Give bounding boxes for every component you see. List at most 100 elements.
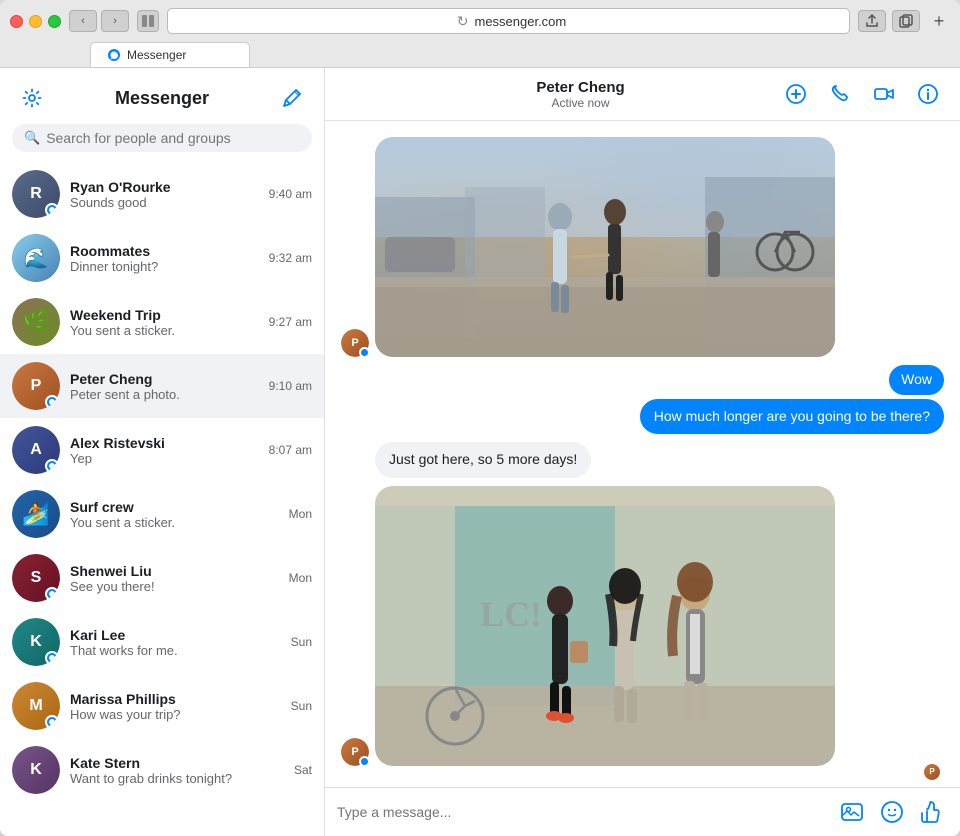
conversation-list: R Ryan O'Rourke Sounds good 9:40 am 🌊	[0, 162, 324, 836]
received-photo-2: LC!	[375, 486, 835, 766]
search-input[interactable]	[46, 130, 300, 146]
conv-info-surf: Surf crew You sent a sticker.	[70, 499, 279, 530]
conv-info-roommates: Roommates Dinner tonight?	[70, 243, 259, 274]
conversation-item-kate[interactable]: K Kate Stern Want to grab drinks tonight…	[0, 738, 324, 802]
conv-name-kate: Kate Stern	[70, 755, 284, 771]
sidebar: Messenger 🔍 R	[0, 68, 325, 836]
message-bubble-wow: Wow	[889, 365, 944, 395]
conv-time-peter: 9:10 am	[269, 379, 312, 393]
avatar-weekend: 🌿	[12, 298, 60, 346]
video-call-button[interactable]	[868, 78, 900, 110]
conversation-item-shenwei[interactable]: S Shenwei Liu See you there! Mon	[0, 546, 324, 610]
conv-name-roommates: Roommates	[70, 243, 259, 259]
conv-info-weekend: Weekend Trip You sent a sticker.	[70, 307, 259, 338]
conversation-item-alex[interactable]: A Alex Ristevski Yep 8:07 am	[0, 418, 324, 482]
conv-time-roommates: 9:32 am	[269, 251, 312, 265]
maximize-button[interactable]	[48, 15, 61, 28]
conversation-item-roommates[interactable]: 🌊 Roommates Dinner tonight? 9:32 am	[0, 226, 324, 290]
message-row-1: P	[341, 137, 944, 357]
conv-time-marissa: Sun	[291, 699, 312, 713]
conv-time-weekend: 9:27 am	[269, 315, 312, 329]
conv-info-shenwei: Shenwei Liu See you there!	[70, 563, 279, 594]
forward-button[interactable]: ›	[101, 10, 129, 32]
add-people-button[interactable]	[780, 78, 812, 110]
like-button[interactable]	[916, 796, 948, 828]
tab-label: Messenger	[127, 48, 186, 62]
svg-text:LC!: LC!	[480, 594, 542, 634]
conversation-item-marissa[interactable]: M Marissa Phillips How was your trip? Su…	[0, 674, 324, 738]
conv-preview-surf: You sent a sticker.	[70, 515, 279, 530]
conv-time-kari: Sun	[291, 635, 312, 649]
conv-name-alex: Alex Ristevski	[70, 435, 259, 451]
app-container: Messenger 🔍 R	[0, 68, 960, 836]
sent-message-group: Wow How much longer are you going to be …	[341, 365, 944, 434]
browser-chrome: ‹ › ↻ messenger.com	[0, 0, 960, 68]
traffic-lights	[10, 15, 61, 28]
messenger-badge-2	[359, 756, 370, 767]
conv-preview-roommates: Dinner tonight?	[70, 259, 259, 274]
conversation-item-peter[interactable]: P Peter Cheng Peter sent a photo. 9:10 a…	[0, 354, 324, 418]
message-row-2: Wow	[889, 365, 944, 395]
avatar-kate: K	[12, 746, 60, 794]
browser-window: ‹ › ↻ messenger.com	[0, 0, 960, 836]
chat-area: Peter Cheng Active now	[325, 68, 960, 836]
conv-time-surf: Mon	[289, 507, 312, 521]
message-row-4: Just got here, so 5 more days!	[341, 442, 944, 478]
share-button[interactable]	[858, 10, 886, 32]
duplicate-button[interactable]	[892, 10, 920, 32]
active-tab[interactable]: Messenger	[90, 42, 250, 67]
conv-time-alex: 8:07 am	[269, 443, 312, 457]
sender-avatar-peter: P	[341, 329, 369, 357]
conversation-item-surf[interactable]: 🏄 Surf crew You sent a sticker. Mon	[0, 482, 324, 546]
new-message-button[interactable]	[276, 82, 308, 114]
conv-preview-kari: That works for me.	[70, 643, 281, 658]
back-button[interactable]: ‹	[69, 10, 97, 32]
conv-preview-peter: Peter sent a photo.	[70, 387, 259, 402]
info-button[interactable]	[912, 78, 944, 110]
voice-call-button[interactable]	[824, 78, 856, 110]
settings-button[interactable]	[16, 82, 48, 114]
conv-preview-kate: Want to grab drinks tonight?	[70, 771, 284, 786]
avatar-peter: P	[12, 362, 60, 410]
conv-preview-weekend: You sent a sticker.	[70, 323, 259, 338]
message-row-3: How much longer are you going to be ther…	[640, 399, 944, 435]
conv-preview-alex: Yep	[70, 451, 259, 466]
conv-info-marissa: Marissa Phillips How was your trip?	[70, 691, 281, 722]
conv-info-peter: Peter Cheng Peter sent a photo.	[70, 371, 259, 402]
conv-info-kari: Kari Lee That works for me.	[70, 627, 281, 658]
close-button[interactable]	[10, 15, 23, 28]
new-tab-button[interactable]: +	[928, 10, 950, 32]
minimize-button[interactable]	[29, 15, 42, 28]
avatar-roommates: 🌊	[12, 234, 60, 282]
received-photo-1	[375, 137, 835, 357]
conversation-item-weekend[interactable]: 🌿 Weekend Trip You sent a sticker. 9:27 …	[0, 290, 324, 354]
search-bar: 🔍	[12, 124, 312, 152]
seen-avatar: P	[341, 764, 944, 780]
avatar-alex: A	[12, 426, 60, 474]
conv-time-ryan: 9:40 am	[269, 187, 312, 201]
messages-container: P	[325, 121, 960, 787]
message-input[interactable]	[337, 800, 828, 824]
conversation-item-kari[interactable]: K Kari Lee That works for me. Sun	[0, 610, 324, 674]
conv-time-kate: Sat	[294, 763, 312, 777]
conv-name-peter: Peter Cheng	[70, 371, 259, 387]
avatar-shenwei: S	[12, 554, 60, 602]
conversation-item-ryan[interactable]: R Ryan O'Rourke Sounds good 9:40 am	[0, 162, 324, 226]
conv-info-ryan: Ryan O'Rourke Sounds good	[70, 179, 259, 210]
chat-header-info: Peter Cheng Active now	[381, 79, 780, 110]
url-bar[interactable]: ↻ messenger.com	[167, 8, 850, 34]
conv-name-weekend: Weekend Trip	[70, 307, 259, 323]
chat-header-actions	[780, 78, 944, 110]
conv-info-alex: Alex Ristevski Yep	[70, 435, 259, 466]
image-attach-button[interactable]	[836, 796, 868, 828]
conv-time-shenwei: Mon	[289, 571, 312, 585]
message-bubble-response: Just got here, so 5 more days!	[375, 442, 591, 478]
conv-name-surf: Surf crew	[70, 499, 279, 515]
emoji-button[interactable]	[876, 796, 908, 828]
chat-contact-status: Active now	[381, 96, 780, 110]
reader-view-button[interactable]	[137, 10, 159, 32]
chat-header: Peter Cheng Active now	[325, 68, 960, 121]
avatar-marissa: M	[12, 682, 60, 730]
avatar-ryan: R	[12, 170, 60, 218]
url-text: messenger.com	[474, 14, 566, 29]
